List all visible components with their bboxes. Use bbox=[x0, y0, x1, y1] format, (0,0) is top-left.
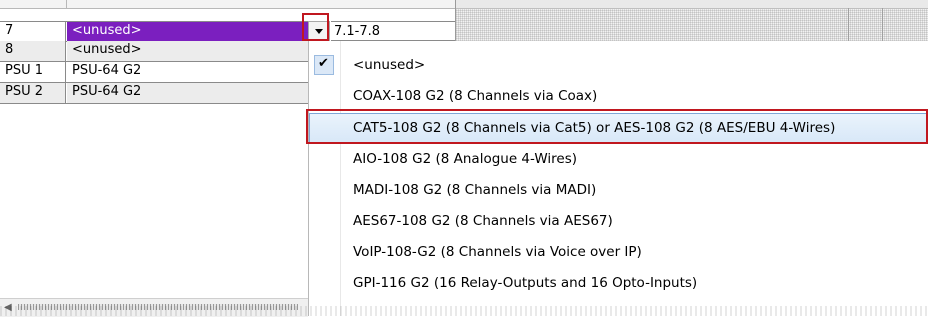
menu-item-label: VoIP-108-G2 (8 Channels via Voice over I… bbox=[353, 244, 642, 260]
disabled-cells-area bbox=[455, 0, 928, 42]
module-dropdown-menu: ✔ <unused> COAX-108 G2 (8 Channels via C… bbox=[308, 41, 928, 316]
menu-item-label: MADI-108 G2 (8 Channels via MADI) bbox=[353, 182, 597, 198]
menu-item-label: GPI-116 G2 (16 Relay-Outputs and 16 Opto… bbox=[353, 275, 698, 291]
slot-label: PSU 1 bbox=[0, 62, 66, 82]
dropdown-button[interactable] bbox=[308, 21, 330, 41]
menu-item-gpi-116[interactable]: GPI-116 G2 (16 Relay-Outputs and 16 Opto… bbox=[309, 268, 928, 298]
menu-item-label: CAT5-108 G2 (8 Channels via Cat5) or AES… bbox=[353, 120, 836, 136]
menu-item-madi-108[interactable]: MADI-108 G2 (8 Channels via MADI) bbox=[309, 175, 928, 205]
menu-item-unused[interactable]: ✔ <unused> bbox=[309, 50, 928, 80]
slot-grid: 7 <unused> 8 <unused> PSU 1 PSU-64 G2 PS… bbox=[0, 0, 308, 317]
grid-row-psu-2[interactable]: PSU 2 PSU-64 G2 bbox=[0, 83, 308, 104]
menu-item-label: AES67-108 G2 (8 Channels via AES67) bbox=[353, 213, 613, 229]
module-cell[interactable]: PSU-64 G2 bbox=[67, 83, 308, 103]
checkmark-icon: ✔ bbox=[314, 55, 334, 75]
grid-header-strip bbox=[0, 0, 308, 9]
menu-item-coax-108[interactable]: COAX-108 G2 (8 Channels via Coax) bbox=[309, 81, 928, 111]
menu-item-aes67-108[interactable]: AES67-108 G2 (8 Channels via AES67) bbox=[309, 206, 928, 236]
bottom-edge-texture bbox=[0, 306, 928, 316]
module-cell[interactable]: <unused> bbox=[67, 41, 308, 61]
chevron-down-icon bbox=[315, 29, 323, 34]
grid-row-slot-8[interactable]: 8 <unused> bbox=[0, 41, 308, 62]
module-cell[interactable]: PSU-64 G2 bbox=[67, 62, 308, 82]
header-strip bbox=[308, 0, 455, 9]
grid-empty-area bbox=[0, 113, 308, 298]
menu-item-label: COAX-108 G2 (8 Channels via Coax) bbox=[353, 88, 598, 104]
slot-label: 7 bbox=[0, 22, 66, 42]
menu-item-aio-108[interactable]: AIO-108 G2 (8 Analogue 4-Wires) bbox=[309, 144, 928, 174]
range-value: 7.1-7.8 bbox=[331, 21, 455, 41]
slot-label: PSU 2 bbox=[0, 83, 66, 103]
grid-row-psu-1[interactable]: PSU 1 PSU-64 G2 bbox=[0, 62, 308, 83]
grid-row-slot-7[interactable]: 7 <unused> bbox=[0, 21, 308, 42]
menu-item-label: AIO-108 G2 (8 Analogue 4-Wires) bbox=[353, 151, 578, 167]
menu-item-label: <unused> bbox=[353, 57, 426, 73]
module-cell[interactable]: <unused> bbox=[67, 22, 308, 42]
menu-item-voip-108[interactable]: VoIP-108-G2 (8 Channels via Voice over I… bbox=[309, 237, 928, 267]
menu-item-cat5-108[interactable]: CAT5-108 G2 (8 Channels via Cat5) or AES… bbox=[309, 113, 928, 143]
slot-label: 8 bbox=[0, 41, 66, 61]
